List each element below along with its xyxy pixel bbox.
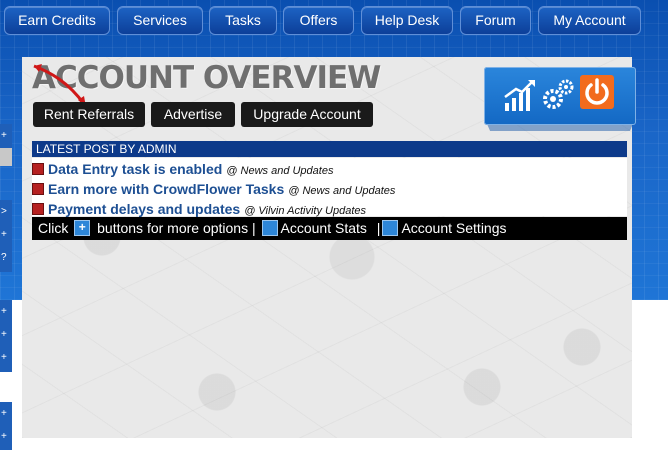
account-icon-box [484, 67, 636, 125]
nav-earn-credits[interactable]: Earn Credits [4, 6, 110, 35]
stats-chart-icon [261, 220, 278, 237]
list-item: Data Entry task is enabled @ News and Upd… [32, 161, 333, 181]
nav-my-account[interactable]: My Account [538, 6, 641, 35]
upgrade-account-button[interactable]: Upgrade Account [241, 102, 373, 127]
list-item: Earn more with CrowdFlower Tasks @ News a… [32, 181, 395, 201]
power-icon[interactable] [580, 75, 614, 109]
nav-services[interactable]: Services [117, 6, 203, 35]
side-tab-gray [0, 148, 12, 166]
help-buttons-text: buttons for more options | [97, 220, 256, 236]
plus-icon: + [1, 431, 7, 442]
chevron-right-icon: > [1, 206, 7, 217]
stats-chart-icon[interactable] [502, 77, 538, 113]
help-separator: | [376, 220, 381, 236]
help-icon: ? [1, 252, 7, 263]
bullet-icon [32, 182, 44, 195]
plus-icon: + [1, 329, 7, 340]
nav-tasks[interactable]: Tasks [209, 6, 277, 35]
plus-icon: + [1, 306, 7, 317]
plus-icon: + [1, 229, 7, 240]
side-menu-group-1[interactable]: > + ? [0, 200, 12, 272]
side-menu-group-2[interactable]: + + + [0, 300, 12, 372]
top-nav: Earn Credits Services Tasks Offers Help … [0, 0, 668, 44]
post-category: @ Vilvin Activity Updates [244, 205, 367, 217]
advertise-button[interactable]: Advertise [151, 102, 235, 127]
nav-forum[interactable]: Forum [460, 6, 531, 35]
help-bar: Click + buttons for more options | Accou… [32, 217, 627, 240]
gears-icon [382, 220, 399, 237]
nav-offers[interactable]: Offers [283, 6, 354, 35]
plus-icon: + [1, 408, 7, 419]
latest-post-header: LATEST POST BY ADMIN [32, 141, 627, 157]
account-stats-link[interactable]: Account Stats [281, 220, 367, 236]
help-click-text: Click [38, 220, 69, 236]
post-link[interactable]: Data Entry task is enabled [48, 161, 222, 177]
gears-icon[interactable] [540, 77, 576, 113]
plus-icon: + [74, 220, 91, 237]
latest-post-list: Data Entry task is enabled @ News and Upd… [32, 158, 627, 217]
account-settings-link[interactable]: Account Settings [401, 220, 506, 236]
side-expand-tab[interactable]: + [0, 124, 12, 148]
post-link[interactable]: Payment delays and updates [48, 201, 240, 217]
plus-icon: + [1, 130, 7, 141]
bullet-icon [32, 162, 44, 175]
rent-referrals-button[interactable]: Rent Referrals [33, 102, 145, 127]
bullet-icon [32, 202, 44, 215]
post-category: @ News and Updates [288, 185, 396, 197]
post-link[interactable]: Earn more with CrowdFlower Tasks [48, 181, 284, 197]
side-menu-group-3[interactable]: + + [0, 402, 12, 450]
nav-help-desk[interactable]: Help Desk [361, 6, 453, 35]
post-category: @ News and Updates [226, 165, 334, 177]
plus-icon: + [1, 352, 7, 363]
